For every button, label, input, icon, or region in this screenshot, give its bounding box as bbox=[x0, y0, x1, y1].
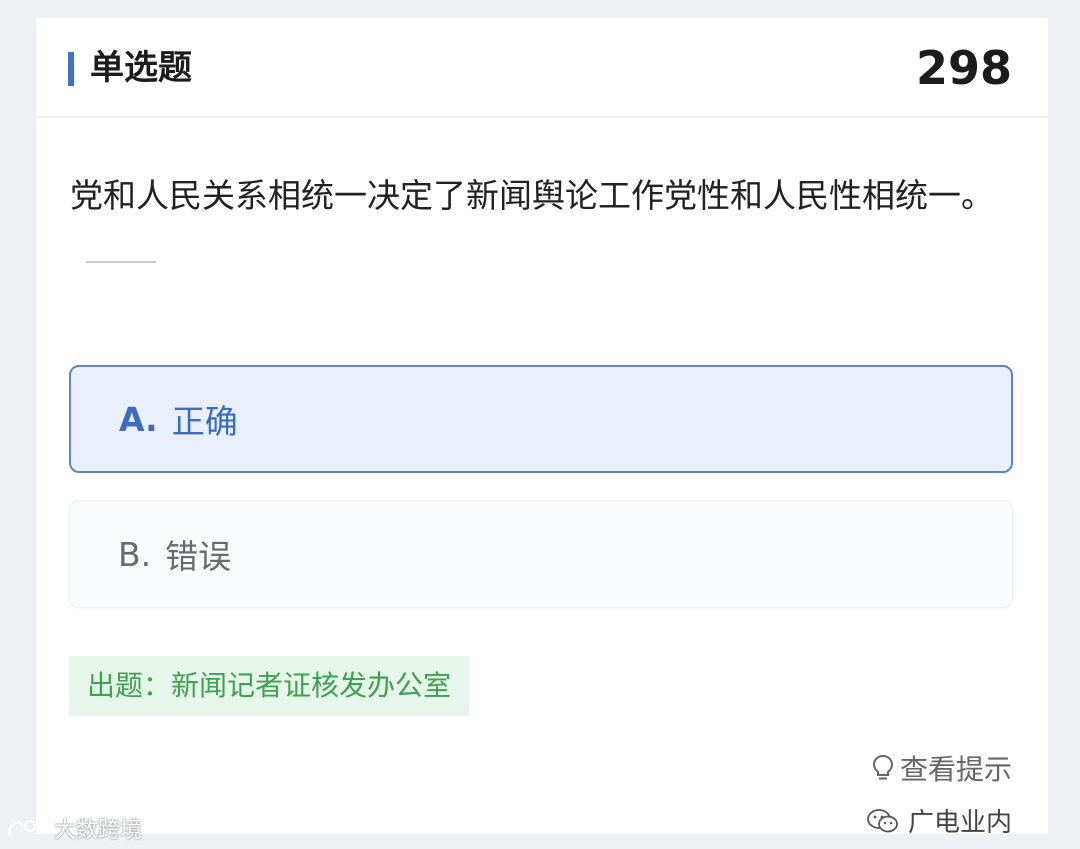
option-a-label: 正确 bbox=[171, 402, 238, 441]
watermark-left-text: 大数跨境 bbox=[54, 818, 143, 843]
question-source-badge: 出题：新闻记者证核发办公室 bbox=[69, 656, 470, 716]
option-b-letter: B. bbox=[118, 534, 152, 574]
watermark-wechat: 广电业内 bbox=[866, 802, 1012, 839]
question-card: 单选题 298 党和人民关系相统一决定了新闻舆论工作党性和人民性相统一。 A. … bbox=[36, 18, 1048, 838]
watermark-right-text: 广电业内 bbox=[907, 808, 1012, 838]
option-b-label: 错误 bbox=[165, 537, 232, 576]
weibo-icon bbox=[8, 820, 48, 837]
option-a-letter: A. bbox=[119, 399, 158, 439]
card-header: 单选题 298 bbox=[36, 18, 1048, 118]
view-hint-label: 查看提示 bbox=[899, 753, 1012, 786]
question-text-content: 党和人民关系相统一决定了新闻舆论工作党性和人民性相统一。 bbox=[70, 176, 994, 215]
watermark-weibo: 大数跨境 bbox=[6, 812, 142, 844]
header-accent-bar bbox=[68, 52, 74, 86]
option-a-button[interactable]: A. 正确 bbox=[69, 365, 1013, 473]
question-number: 298 bbox=[915, 41, 1012, 95]
wechat-icon bbox=[867, 808, 898, 832]
question-text: 党和人民关系相统一决定了新闻舆论工作党性和人民性相统一。 bbox=[70, 168, 1020, 280]
view-hint-button[interactable]: 查看提示 bbox=[872, 748, 1012, 788]
answer-blank bbox=[86, 261, 156, 263]
option-b-button[interactable]: B. 错误 bbox=[69, 500, 1013, 608]
lightbulb-icon bbox=[872, 754, 893, 780]
question-type-title: 单选题 bbox=[90, 48, 192, 88]
